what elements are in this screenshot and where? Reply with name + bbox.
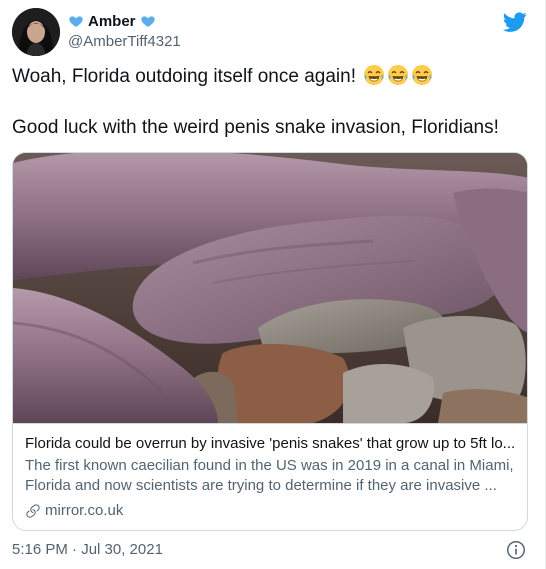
tweet: Amber @AmberTiff4321 Woah, Florida outdo… bbox=[0, 0, 546, 569]
display-name[interactable]: Amber bbox=[88, 13, 136, 30]
card-image[interactable] bbox=[13, 153, 527, 423]
card-domain-text: mirror.co.uk bbox=[45, 502, 124, 519]
card-domain[interactable]: mirror.co.uk bbox=[25, 502, 517, 519]
user-handle[interactable]: @AmberTiff4321 bbox=[68, 33, 181, 50]
link-card[interactable]: Florida could be overrun by invasive 'pe… bbox=[12, 152, 528, 531]
tweet-line-2: Good luck with the weird penis snake inv… bbox=[12, 117, 499, 138]
tears-of-joy-emoji bbox=[411, 64, 433, 86]
card-title[interactable]: Florida could be overrun by invasive 'pe… bbox=[25, 434, 517, 454]
twitter-bird-icon[interactable] bbox=[502, 10, 527, 34]
tears-of-joy-emoji bbox=[363, 64, 385, 86]
card-description: The first known caecilian found in the U… bbox=[25, 457, 514, 494]
tears-of-joy-emoji bbox=[387, 64, 409, 86]
info-icon[interactable] bbox=[505, 539, 527, 561]
avatar[interactable] bbox=[12, 8, 60, 56]
blue-heart-icon bbox=[68, 13, 84, 29]
tweet-text: Woah, Florida outdoing itself once again… bbox=[12, 64, 534, 140]
tweet-line-1-text: Woah, Florida outdoing itself once again… bbox=[12, 66, 356, 87]
card-info[interactable]: Florida could be overrun by invasive 'pe… bbox=[13, 423, 527, 530]
tweet-line-1: Woah, Florida outdoing itself once again… bbox=[12, 64, 534, 89]
author-header: Amber @AmberTiff4321 bbox=[68, 10, 181, 51]
link-icon bbox=[25, 503, 41, 519]
tweet-timestamp[interactable]: 5:16 PM · Jul 30, 2021 bbox=[12, 541, 163, 558]
blue-heart-icon bbox=[140, 13, 156, 29]
